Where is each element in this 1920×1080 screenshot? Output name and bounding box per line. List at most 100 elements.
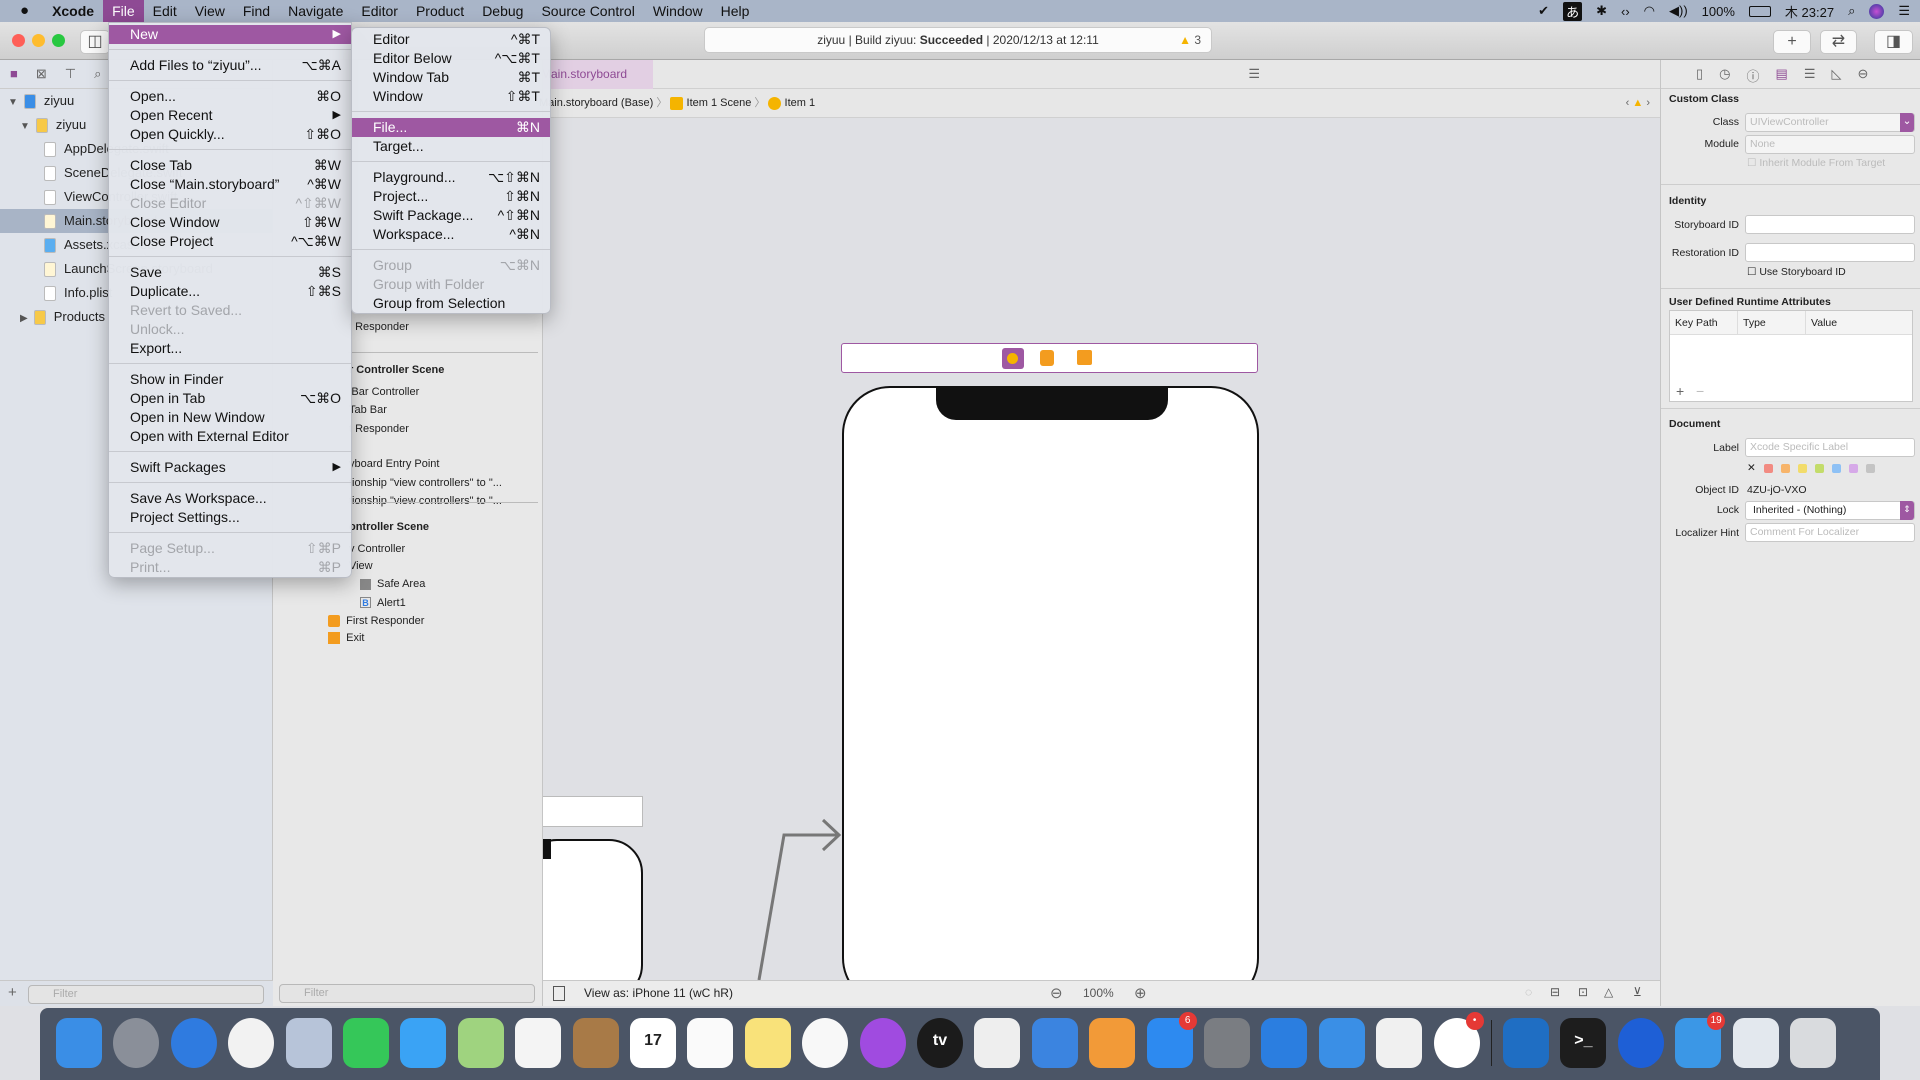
outline-item[interactable]: yboard Entry Point: [349, 458, 440, 470]
align-icon[interactable]: ⊟: [1550, 985, 1560, 999]
toggle-navigator-button[interactable]: ◫: [80, 30, 110, 54]
first-responder-dock-icon[interactable]: [1040, 350, 1054, 366]
xcode-label-field[interactable]: Xcode Specific Label: [1745, 438, 1915, 457]
outline-item[interactable]: t Responder: [349, 321, 409, 333]
breadcrumb-storyboard[interactable]: Main.storyboard (Base): [539, 97, 653, 109]
zoom-window-button[interactable]: [52, 34, 65, 47]
menu-item-export[interactable]: Export...: [109, 339, 351, 358]
menu-item-open-quickly[interactable]: Open Quickly... ⇧⌘O: [109, 125, 351, 144]
identity-inspector-icon[interactable]: ▤: [1776, 66, 1788, 88]
menu-item-close-tab[interactable]: Close Tab ⌘W: [109, 156, 351, 175]
col-key-path[interactable]: Key Path: [1670, 311, 1738, 334]
view-controller-dock-icon[interactable]: [1002, 348, 1024, 369]
simulator-dock-icon[interactable]: [1732, 1018, 1779, 1068]
outline-item[interactable]: tionship "view controllers" to "...: [349, 477, 502, 489]
bluetooth-icon[interactable]: ✱: [1596, 3, 1607, 19]
zoom-in-icon[interactable]: ⊕: [1134, 984, 1147, 1002]
xcode-dock-icon[interactable]: [1261, 1018, 1308, 1068]
file-inspector-icon[interactable]: ▯: [1696, 66, 1703, 88]
launchpad-dock-icon[interactable]: [113, 1018, 160, 1068]
apple-menu-icon[interactable]: ●: [0, 0, 43, 22]
close-window-button[interactable]: [12, 34, 25, 47]
podcasts-dock-icon[interactable]: [859, 1018, 906, 1068]
related-items-icon[interactable]: ☰: [1248, 66, 1260, 82]
resolve-issues-icon[interactable]: △: [1604, 985, 1613, 999]
battery-icon[interactable]: [1748, 5, 1771, 17]
remove-attribute-button[interactable]: −: [1696, 383, 1704, 399]
safari-dock-icon[interactable]: [170, 1018, 217, 1068]
menu-item-save[interactable]: Save ⌘S: [109, 263, 351, 282]
quick-help-icon[interactable]: ⓘ: [1747, 66, 1760, 88]
connections-inspector-icon[interactable]: ⊖: [1857, 66, 1868, 88]
disclosure-icon[interactable]: ▼: [20, 121, 30, 132]
library-button[interactable]: +: [1773, 30, 1811, 54]
pages-dock-icon[interactable]: [1089, 1018, 1136, 1068]
module-field[interactable]: None: [1745, 135, 1915, 154]
menu-item-project[interactable]: Project... ⇧⌘N: [352, 187, 550, 206]
lock-select[interactable]: Inherited - (Nothing) ⇕: [1745, 501, 1915, 520]
outline-item[interactable]: t Responder: [349, 423, 409, 435]
calendar-dock-icon[interactable]: 17: [630, 1018, 676, 1068]
menu-item-file[interactable]: File... ⌘N: [352, 118, 550, 137]
symbol-icon[interactable]: ⊤: [65, 66, 76, 82]
minimize-window-button[interactable]: [32, 34, 45, 47]
outline-item[interactable]: View: [349, 560, 373, 572]
outline-item[interactable]: ontroller Scene: [349, 521, 429, 533]
add-file-button[interactable]: +: [8, 984, 17, 1001]
code-review-button[interactable]: ⇄: [1820, 30, 1857, 54]
disclosure-icon[interactable]: ▼: [8, 97, 18, 108]
notes-dock-icon[interactable]: [744, 1018, 791, 1068]
tv-dock-icon[interactable]: tv: [917, 1018, 963, 1068]
trello-dock-icon[interactable]: [1503, 1018, 1549, 1068]
reminders-dock-icon[interactable]: [687, 1018, 734, 1068]
outline-item[interactable]: B Alert1: [360, 597, 406, 609]
clock[interactable]: 木 23:27: [1785, 2, 1834, 21]
trash-dock-icon[interactable]: [1790, 1018, 1836, 1068]
menu-source-control[interactable]: Source Control: [532, 0, 643, 22]
slack-dock-icon[interactable]: •: [1433, 1012, 1484, 1068]
twitter-dock-icon[interactable]: 19: [1675, 1012, 1726, 1068]
breadcrumb-item[interactable]: Item 1: [785, 97, 816, 109]
wifi-icon[interactable]: ◠: [1644, 3, 1655, 19]
menu-item-editor[interactable]: Editor ^⌘T: [352, 30, 550, 49]
label-color-swatch[interactable]: [1848, 463, 1858, 473]
menu-item-duplicate[interactable]: Duplicate... ⇧⌘S: [109, 282, 351, 301]
volume-icon[interactable]: ◀)): [1669, 3, 1688, 19]
attributes-inspector-icon[interactable]: ☰: [1804, 66, 1816, 88]
col-value[interactable]: Value: [1806, 311, 1837, 334]
menu-item-window-tab[interactable]: Window Tab ⌘T: [352, 68, 550, 87]
toggle-outline-icon[interactable]: [553, 986, 565, 1001]
preview-dock-icon[interactable]: [285, 1018, 332, 1068]
inherit-module-checkbox[interactable]: ☐ Inherit Module From Target: [1747, 157, 1885, 169]
menu-item-workspace[interactable]: Workspace... ^⌘N: [352, 225, 550, 244]
menu-navigate[interactable]: Navigate: [279, 0, 352, 22]
clear-label-icon[interactable]: ✕: [1747, 462, 1756, 474]
code-icon[interactable]: ‹›: [1621, 4, 1630, 19]
facetime-dock-icon[interactable]: [343, 1018, 389, 1068]
finder-dock-icon[interactable]: [56, 1018, 102, 1068]
label-color-swatch[interactable]: [1865, 463, 1875, 473]
tab-main-storyboard[interactable]: Main.storyboard: [543, 60, 653, 89]
menu-edit[interactable]: Edit: [144, 0, 186, 22]
textedit-dock-icon[interactable]: [1376, 1018, 1423, 1068]
siri-icon[interactable]: [1869, 3, 1885, 19]
breadcrumb-scene[interactable]: Item 1 Scene: [687, 97, 752, 109]
use-storyboard-id-checkbox[interactable]: ☐ Use Storyboard ID: [1747, 266, 1846, 278]
lock-stepper-icon[interactable]: ⇕: [1900, 501, 1914, 520]
menu-item-swift-package[interactable]: Swift Package... ^⇧⌘N: [352, 206, 550, 225]
system-preferences-dock-icon[interactable]: [1204, 1018, 1250, 1068]
menu-window[interactable]: Window: [644, 0, 712, 22]
menu-item-playground[interactable]: Playground... ⌥⇧⌘N: [352, 168, 550, 187]
instruments-dock-icon[interactable]: [1318, 1018, 1365, 1068]
menu-item-open-recent[interactable]: Open Recent ▶: [109, 106, 351, 125]
storyboard-canvas[interactable]: [543, 118, 1660, 980]
add-constraints-icon[interactable]: ⊡: [1578, 985, 1588, 999]
input-method-icon[interactable]: あ: [1563, 1, 1583, 21]
menu-item-editor-below[interactable]: Editor Below ^⌥⌘T: [352, 49, 550, 68]
menu-item-show-in-finder[interactable]: Show in Finder: [109, 370, 351, 389]
menu-item-project-settings[interactable]: Project Settings...: [109, 508, 351, 527]
menu-file[interactable]: File: [103, 0, 144, 22]
iphone-scene[interactable]: [842, 386, 1259, 980]
class-field[interactable]: UIViewController ⌄: [1745, 113, 1915, 132]
checkmark-icon[interactable]: ✔: [1538, 3, 1549, 19]
